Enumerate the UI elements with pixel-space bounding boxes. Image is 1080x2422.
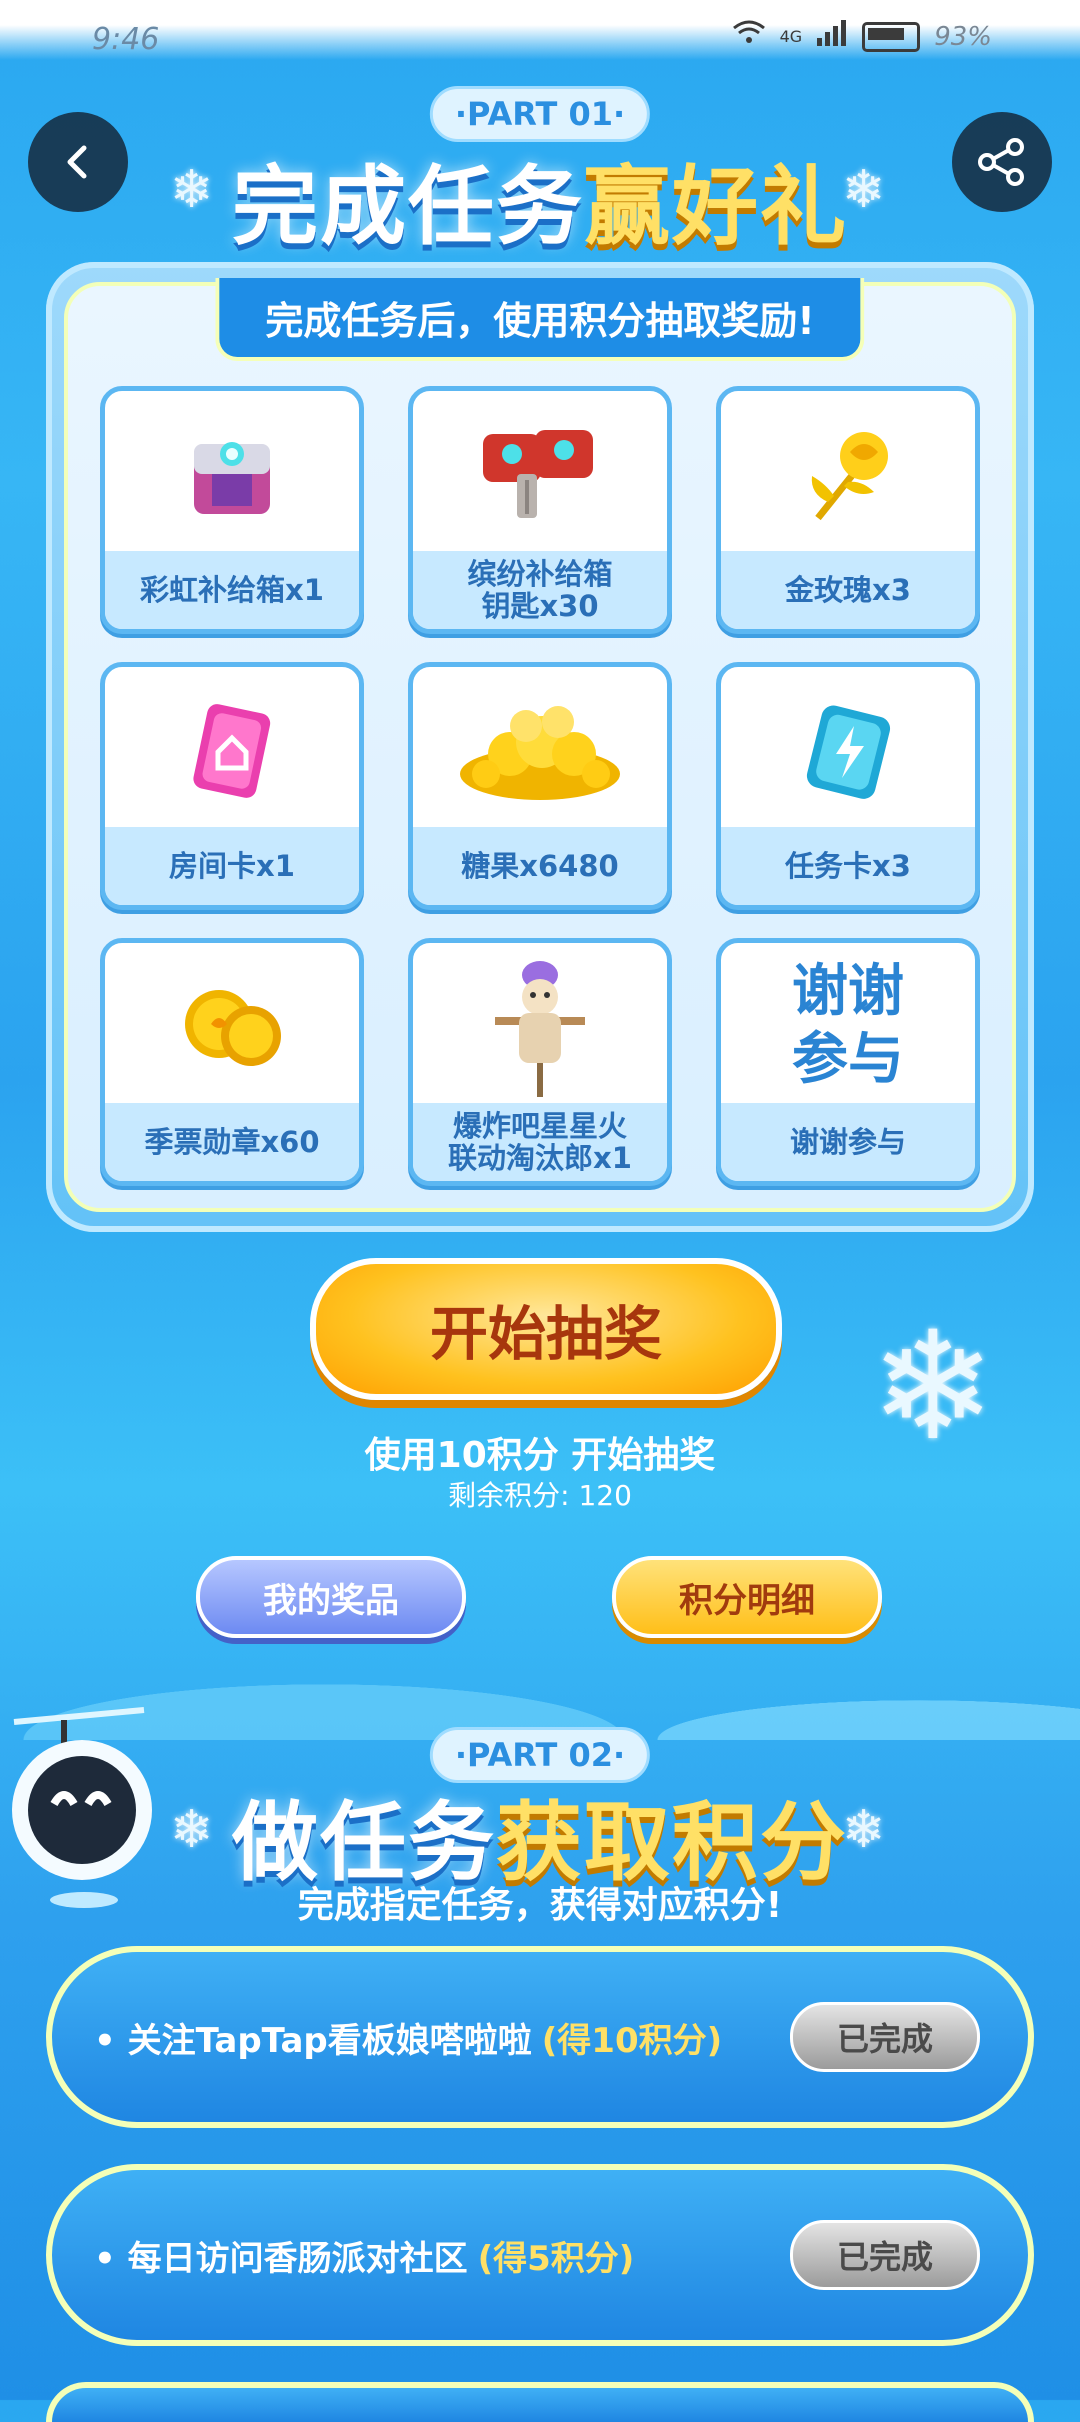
battery-icon [862, 21, 921, 52]
room-card-icon [105, 667, 359, 832]
prize-label: 季票勋章x60 [105, 1103, 359, 1181]
prize-cell: 爆炸吧星星火 联动淘汰郎x1 [408, 938, 672, 1186]
rainbow-supply-box-icon [105, 391, 359, 556]
thanks-art-text: 谢谢 参与 [792, 958, 904, 1092]
snowflake-icon: ❄ [170, 160, 214, 220]
task-row-partial [46, 2382, 1034, 2422]
candy-pile-icon [413, 667, 667, 832]
network-type: 4G [779, 27, 803, 46]
task-title: • 每日访问香肠派对社区 (得5积分) [94, 2170, 634, 2340]
prize-label: 任务卡x3 [721, 827, 975, 905]
remaining-points: 剩余积分: 120 [448, 1479, 632, 1512]
task-title: • 关注TapTap看板娘嗒啦啦 (得10积分) [94, 1952, 722, 2122]
season-medal-icon [105, 943, 359, 1108]
part1-title: 完成任务赢好礼 [0, 136, 1080, 261]
task-row: • 关注TapTap看板娘嗒啦啦 (得10积分) 已完成 [46, 1946, 1034, 2128]
prize-grid: 彩虹补给箱x1 缤纷补给箱 钥匙x30 金玫瑰x3 房间卡x1 糖果x6480 … [100, 386, 980, 1186]
draw-cost-text: 使用10积分 开始抽奖 [364, 1435, 716, 1476]
thanks-text-art: 谢谢 参与 [721, 943, 975, 1108]
task-text: • 每日访问香肠派对社区 [94, 2238, 468, 2279]
prize-label: 爆炸吧星星火 联动淘汰郎x1 [413, 1103, 667, 1181]
my-prizes-button[interactable]: 我的奖品 [196, 1556, 466, 1638]
prize-label: 谢谢参与 [721, 1103, 975, 1181]
prize-cell: 季票勋章x60 [100, 938, 364, 1186]
battery-percent: 93% [934, 21, 992, 52]
part2-subtitle: 完成指定任务，获得对应积分! [297, 1885, 783, 1926]
prize-banner: 完成任务后，使用积分抽取奖励! [215, 278, 865, 361]
prize-cell: 彩虹补给箱x1 [100, 386, 364, 634]
task-points: (得10积分) [541, 2020, 723, 2061]
prize-label: 房间卡x1 [105, 827, 359, 905]
prize-cell: 金玫瑰x3 [716, 386, 980, 634]
prize-cell: 谢谢 参与 谢谢参与 [716, 938, 980, 1186]
task-row: • 每日访问香肠派对社区 (得5积分) 已完成 [46, 2164, 1034, 2346]
task-completed-button[interactable]: 已完成 [790, 2002, 980, 2072]
prize-panel: 完成任务后，使用积分抽取奖励! 彩虹补给箱x1 缤纷补给箱 钥匙x30 金玫瑰x… [46, 262, 1034, 1232]
task-card-icon [721, 667, 975, 832]
prize-label: 彩虹补给箱x1 [105, 551, 359, 629]
task-completed-button[interactable]: 已完成 [790, 2220, 980, 2290]
prize-cell: 任务卡x3 [716, 662, 980, 910]
status-icons: 4G 93% [732, 20, 992, 53]
wave-decoration [0, 1600, 1080, 1740]
wifi-icon [732, 20, 766, 53]
scarecrow-figure-icon [413, 943, 667, 1108]
snowflake-icon: ❄ [842, 1800, 886, 1860]
status-bar: 9:46 4G 93% [0, 0, 1080, 80]
golden-rose-icon [721, 391, 975, 556]
supply-box-key-icon [413, 391, 667, 556]
part1-title-main: 完成任务 [232, 157, 584, 257]
prize-cell: 缤纷补给箱 钥匙x30 [408, 386, 672, 634]
part1-title-highlight: 赢好礼 [584, 157, 848, 257]
prize-panel-inner: 完成任务后，使用积分抽取奖励! 彩虹补给箱x1 缤纷补给箱 钥匙x30 金玫瑰x… [64, 278, 1016, 1212]
start-draw-button[interactable]: 开始抽奖 [310, 1258, 782, 1400]
points-detail-button[interactable]: 积分明细 [612, 1556, 882, 1638]
prize-label: 金玫瑰x3 [721, 551, 975, 629]
status-time: 9:46 [92, 22, 160, 57]
prize-cell: 糖果x6480 [408, 662, 672, 910]
part1-pill: ·PART 01· [429, 86, 651, 142]
prize-label: 糖果x6480 [413, 827, 667, 905]
task-text: • 关注TapTap看板娘嗒啦啦 [94, 2020, 532, 2061]
signal-icon [816, 20, 848, 53]
prize-cell: 房间卡x1 [100, 662, 364, 910]
snowflake-icon: ❄ [170, 1800, 214, 1860]
snowflake-icon: ❄ [842, 160, 886, 220]
task-points: (得5积分) [477, 2238, 635, 2279]
prize-label: 缤纷补给箱 钥匙x30 [413, 551, 667, 629]
